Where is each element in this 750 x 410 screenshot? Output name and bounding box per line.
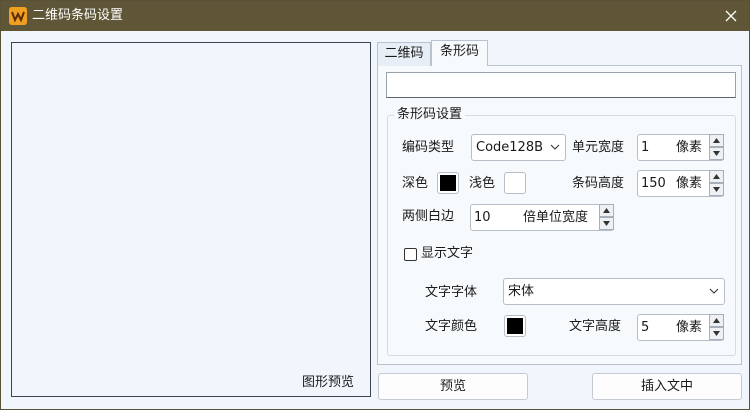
bar-height-decrement[interactable] (709, 183, 724, 196)
text-font-select[interactable]: 宋体 (503, 278, 725, 305)
encoding-type-value: Code128B (476, 140, 544, 155)
barcode-settings-title: 条形码设置 (394, 107, 466, 123)
close-button[interactable] (713, 1, 749, 31)
barcode-preview-area (11, 42, 371, 397)
chevron-down-icon (550, 144, 560, 150)
unit-width-label: 单元宽度 (572, 140, 625, 155)
arrow-down-icon (713, 151, 720, 156)
light-color-label: 浅色 (469, 176, 496, 191)
light-color-fill (507, 175, 523, 191)
text-color-label: 文字颜色 (425, 319, 478, 334)
encoding-type-label: 编码类型 (402, 140, 455, 155)
encoding-type-select[interactable]: Code128B (471, 134, 566, 161)
quiet-zone-increment[interactable] (599, 204, 614, 217)
unit-width-decrement[interactable] (709, 147, 724, 160)
light-color-swatch[interactable] (504, 172, 526, 194)
arrow-down-icon (603, 221, 610, 226)
quiet-zone-stepper[interactable]: 10 倍单位宽度 (470, 204, 614, 231)
show-text-label: 显示文字 (421, 246, 474, 261)
unit-width-increment[interactable] (709, 134, 724, 147)
arrow-up-icon (713, 318, 720, 323)
bar-height-label: 条码高度 (572, 176, 625, 191)
arrow-up-icon (713, 174, 720, 179)
dialog-window: 二维码条码设置 图形预览 二维码 条形码 条形码设置 编码类型 Code128B… (0, 0, 750, 410)
dark-color-label: 深色 (402, 176, 429, 191)
tab-barcode[interactable]: 条形码 (431, 40, 488, 66)
arrow-up-icon (713, 138, 720, 143)
bar-height-stepper[interactable]: 150 像素 (637, 170, 724, 197)
chevron-down-icon (709, 288, 719, 294)
text-color-fill (507, 318, 523, 334)
unit-width-unit: 像素 (676, 140, 703, 155)
text-font-label: 文字字体 (425, 285, 478, 300)
close-icon (725, 10, 737, 22)
arrow-down-icon (713, 187, 720, 192)
quiet-zone-unit: 倍单位宽度 (523, 210, 589, 225)
bar-height-value: 150 (641, 176, 666, 191)
dark-color-swatch[interactable] (437, 172, 459, 194)
preview-area-label: 图形预览 (302, 375, 355, 390)
dialog-content: 图形预览 二维码 条形码 条形码设置 编码类型 Code128B 单元宽度 1 … (1, 31, 749, 409)
unit-width-stepper[interactable]: 1 像素 (637, 134, 724, 161)
text-height-increment[interactable] (709, 314, 724, 327)
text-height-unit: 像素 (676, 320, 703, 335)
app-logo-icon (9, 7, 27, 25)
text-color-swatch[interactable] (504, 315, 526, 337)
show-text-checkbox[interactable] (404, 248, 417, 261)
quiet-zone-decrement[interactable] (599, 217, 614, 230)
text-height-stepper[interactable]: 5 像素 (637, 314, 724, 341)
text-height-label: 文字高度 (569, 319, 622, 334)
tab-qrcode[interactable]: 二维码 (377, 42, 431, 66)
window-title: 二维码条码设置 (32, 8, 124, 23)
quiet-zone-value: 10 (474, 210, 491, 225)
title-bar: 二维码条码设置 (1, 1, 749, 31)
preview-button[interactable]: 预览 (378, 373, 528, 400)
unit-width-value: 1 (641, 140, 650, 155)
barcode-data-input[interactable] (386, 72, 736, 98)
text-height-decrement[interactable] (709, 327, 724, 340)
dark-color-fill (440, 175, 456, 191)
quiet-zone-label: 两侧白边 (402, 209, 455, 224)
bar-height-increment[interactable] (709, 170, 724, 183)
arrow-down-icon (713, 331, 720, 336)
arrow-up-icon (603, 208, 610, 213)
text-height-value: 5 (641, 320, 650, 335)
insert-into-document-button[interactable]: 插入文中 (592, 373, 742, 400)
text-font-value: 宋体 (508, 284, 535, 299)
bar-height-unit: 像素 (676, 176, 703, 191)
